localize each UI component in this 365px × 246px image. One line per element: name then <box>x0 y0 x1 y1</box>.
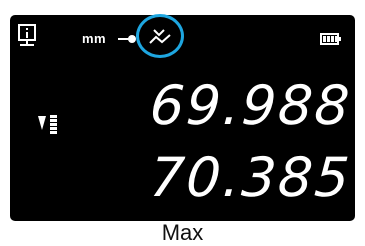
probe-icon <box>118 32 138 50</box>
battery-icon <box>320 32 342 50</box>
unit-label[interactable]: mm <box>82 31 106 46</box>
primary-reading: 69.988 <box>147 74 354 137</box>
status-bar: mm <box>10 14 355 59</box>
info-icon[interactable] <box>17 24 37 53</box>
mode-highlight-ring <box>136 14 184 58</box>
secondary-reading: 70.385 <box>147 146 354 209</box>
device-screen: mm 69.988 70.385 <box>10 14 355 221</box>
mode-caption: Max <box>161 220 204 245</box>
trend-arrow-bar-icon <box>38 114 60 139</box>
